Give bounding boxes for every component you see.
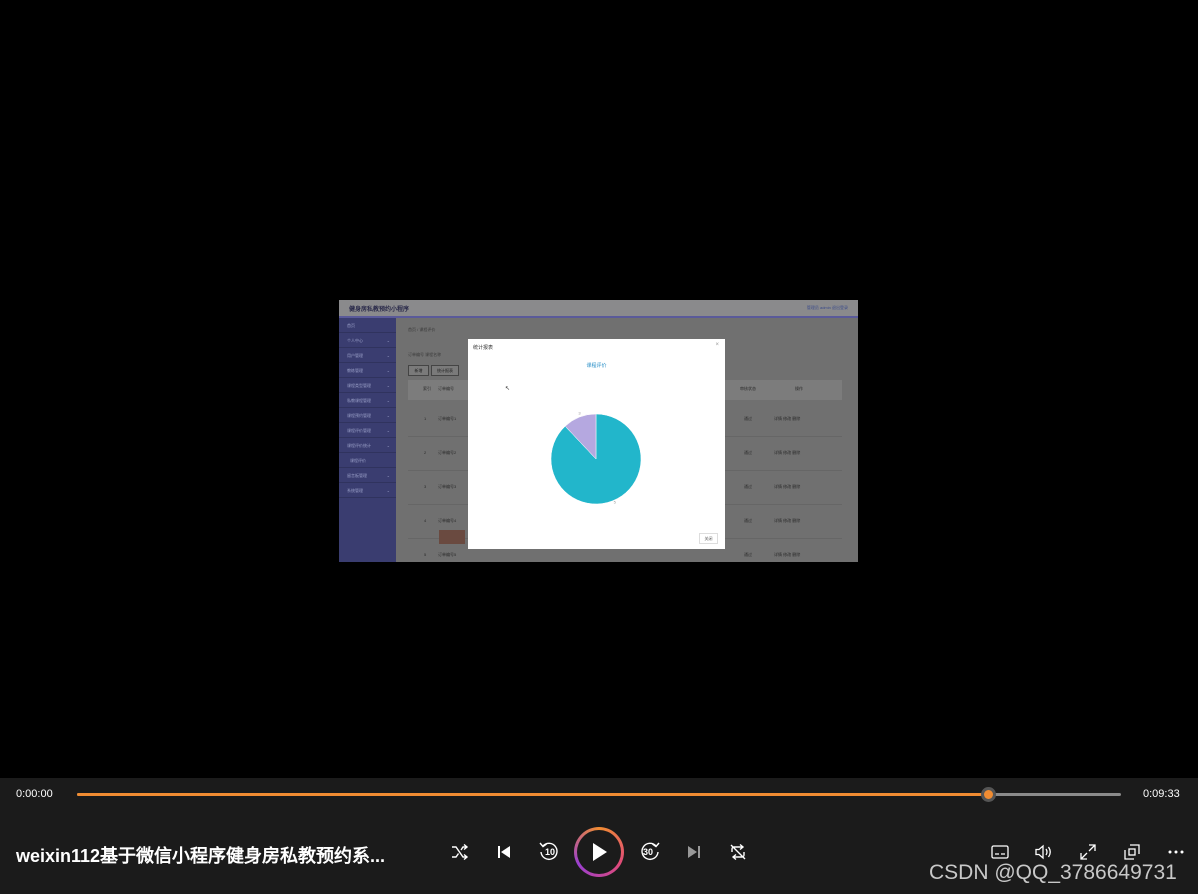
previous-button[interactable] <box>493 841 515 863</box>
frame-row-thumbnail <box>439 530 465 544</box>
play-icon <box>593 843 607 861</box>
frame-header: 健身房私教预约小程序 管理员 admin 退出登录 <box>339 300 858 318</box>
video-title: weixin112基于微信小程序健身房私教预约系... <box>16 846 386 866</box>
next-button[interactable] <box>683 841 705 863</box>
captions-icon <box>991 845 1009 859</box>
frame-cell: 2 <box>424 450 427 455</box>
frame-th: 索引 <box>423 386 431 391</box>
frame-sidebar-item: 首页 <box>339 318 396 333</box>
total-time: 0:09:33 <box>1143 788 1180 800</box>
mini-player-icon <box>1124 844 1140 860</box>
frame-cell: 订单编号3 <box>438 484 457 489</box>
volume-button[interactable] <box>1033 841 1055 863</box>
modal-title: 统计报表 <box>473 345 494 351</box>
watermark: CSDN @QQ_3786649731 <box>929 861 1177 884</box>
frame-cell: 5 <box>424 552 427 557</box>
frame-cell: 通过 <box>744 518 752 523</box>
pie-chart: 53 <box>550 411 642 505</box>
repeat-off-icon <box>730 843 746 861</box>
shuffle-button[interactable] <box>449 841 471 863</box>
frame-stats-button: 统计报表 <box>431 365 459 376</box>
frame-header-right: 管理员 admin 退出登录 <box>806 305 848 310</box>
mini-player-button[interactable] <box>1121 841 1143 863</box>
seek-thumb[interactable] <box>981 787 997 802</box>
frame-sidebar-item: 私教课程管理 ⌄ <box>339 393 396 408</box>
frame-cell: 订单编号4 <box>438 518 457 523</box>
frame-cell: 订单编号1 <box>438 416 457 421</box>
frame-cell: 1 <box>424 416 427 421</box>
frame-add-button: 新增 <box>408 365 429 376</box>
frame-sidebar-item: 课程预约管理 ⌄ <box>339 408 396 423</box>
frame-cell: 通过 <box>744 484 752 489</box>
video-area[interactable]: 健身房私教预约小程序 管理员 admin 退出登录 首页 个人中心 ⌄ 用户管理 ⌄… <box>0 0 1198 778</box>
frame-sidebar-item: 个人中心 ⌄ <box>339 333 396 348</box>
frame-breadcrumb: 首页 / 课程评价 <box>408 327 436 332</box>
skip-back-label: 10 <box>545 847 556 857</box>
close-icon: × <box>715 342 719 348</box>
next-icon <box>688 846 700 858</box>
frame-sidebar-item: 课程评价管理 ⌄ <box>339 423 396 438</box>
repeat-off-button[interactable] <box>727 841 749 863</box>
frame-cell: 详情 修改 删除 <box>774 450 801 455</box>
frame-cell: 通过 <box>744 552 752 557</box>
frame-cell: 详情 修改 删除 <box>774 518 801 523</box>
frame-sidebar-item: 教练管理 ⌄ <box>339 363 396 378</box>
chart-title: 课程评价 <box>586 363 607 369</box>
frame-cell: 详情 修改 删除 <box>774 416 801 421</box>
skip-back-button[interactable]: 10 <box>536 839 562 865</box>
seek-bar[interactable] <box>77 787 1121 802</box>
video-frame: 健身房私教预约小程序 管理员 admin 退出登录 首页 个人中心 ⌄ 用户管理 ⌄… <box>339 300 858 562</box>
frame-th: 审核状态 <box>740 386 756 391</box>
frame-th: 订单编号 <box>438 386 454 391</box>
more-icon <box>1168 850 1184 854</box>
frame-cell: 详情 修改 删除 <box>774 484 801 489</box>
frame-cell: 订单编号5 <box>438 552 457 557</box>
frame-sidebar-item: 系统管理 ⌄ <box>339 483 396 498</box>
frame-search-labels: 订单编号 课程名称 <box>408 352 442 357</box>
shuffle-icon <box>452 844 469 860</box>
frame-sidebar-subitem: 课程评价 <box>339 453 396 468</box>
previous-icon <box>498 846 510 858</box>
fullscreen-icon <box>1080 844 1096 860</box>
frame-cell: 4 <box>424 518 427 523</box>
mouse-cursor-icon: ↖ <box>505 386 511 392</box>
frame-sidebar: 首页 个人中心 ⌄ 用户管理 ⌄ 教练管理 ⌄ 课程类型管理 ⌄ 私教课程管理 ⌄ 课程预… <box>339 318 396 562</box>
volume-icon <box>1035 844 1051 860</box>
modal-close-button: 关闭 <box>699 533 718 544</box>
frame-sidebar-item: 用户管理 ⌄ <box>339 348 396 363</box>
frame-cell: 通过 <box>744 416 752 421</box>
stats-modal: 统计报表 × 课程评价 ↖ 53 关闭 <box>468 339 725 549</box>
player-controls: 0:00:00 0:09:33 weixin112基于微信小程序健身房私教预约系… <box>0 778 1198 894</box>
frame-app-title: 健身房私教预约小程序 <box>349 307 410 313</box>
pie-slice-label: 5 <box>614 500 617 505</box>
frame-th: 操作 <box>795 386 803 391</box>
skip-forward-button[interactable]: 30 <box>637 839 663 865</box>
seek-bar-progress <box>77 793 989 796</box>
frame-sidebar-item: 课程评价统计 ⌄ <box>339 438 396 453</box>
more-options-button[interactable] <box>1165 841 1187 863</box>
current-time: 0:00:00 <box>16 788 53 800</box>
frame-sidebar-item: 课程类型管理 ⌄ <box>339 378 396 393</box>
frame-cell: 订单编号2 <box>438 450 457 455</box>
captions-button[interactable] <box>989 841 1011 863</box>
fullscreen-button[interactable] <box>1077 841 1099 863</box>
skip-forward-label: 30 <box>643 847 654 857</box>
frame-cell: 3 <box>424 484 427 489</box>
pie-slice-label: 3 <box>578 411 581 415</box>
frame-cell: 详情 修改 删除 <box>774 552 801 557</box>
frame-sidebar-item: 留言板管理 ⌄ <box>339 468 396 483</box>
frame-cell: 通过 <box>744 450 752 455</box>
play-button-inner <box>577 830 621 874</box>
play-button[interactable] <box>574 827 624 877</box>
